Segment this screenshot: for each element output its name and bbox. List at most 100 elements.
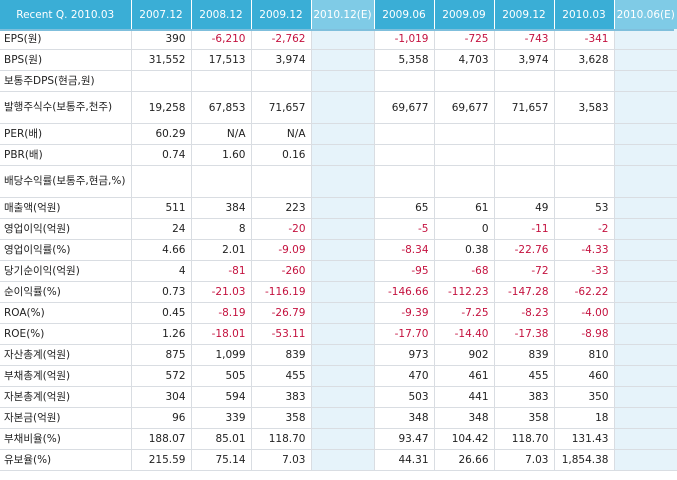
table-cell [493, 165, 554, 198]
table-cell: 71,657 [250, 91, 311, 124]
table-cell: 875 [130, 344, 191, 366]
table-cell [373, 70, 434, 92]
header-annual-2008-12: 2008.12 [190, 0, 251, 29]
table-row: BPS(원) 31,552 17,513 3,974 5,358 4,703 3,974 3,… [0, 49, 677, 71]
table-cell: -22.76 [493, 239, 554, 261]
table-cell: -5 [373, 218, 434, 240]
table-cell [613, 344, 677, 366]
table-cell [553, 123, 614, 145]
table-cell: 4,703 [433, 49, 494, 71]
table-cell: -116.19 [250, 281, 311, 303]
header-row: Recent Q. 2010.03 2007.12 2008.12 2009.1… [0, 0, 677, 29]
table-cell: N/A [250, 123, 311, 145]
row-label: ROA(%) [0, 302, 131, 324]
table-cell: 69,677 [373, 91, 434, 124]
table-cell [613, 281, 677, 303]
row-label: PER(배) [0, 123, 131, 145]
header-quarter-2009-09: 2009.09 [433, 0, 494, 29]
table-cell [310, 165, 374, 198]
table-cell: 223 [250, 197, 311, 219]
table-cell: 455 [250, 365, 311, 387]
table-row: 발행주식수(보통주,천주) 19,258 67,853 71,657 69,677 69,… [0, 91, 677, 124]
table-cell: 0.73 [130, 281, 191, 303]
table-cell [613, 91, 677, 124]
table-cell [310, 123, 374, 145]
table-row: 보통주DPS(현금,원) [0, 70, 677, 92]
table-cell: -8.98 [553, 323, 614, 345]
table-cell: 339 [190, 407, 251, 429]
table-cell [613, 70, 677, 92]
table-cell: -725 [433, 29, 494, 50]
table-cell [493, 70, 554, 92]
table-cell [310, 323, 374, 345]
table-row: 배당수익률(보통주,현금,%) [0, 165, 677, 198]
table-cell [130, 165, 191, 198]
table-cell [433, 144, 494, 166]
table-row: 매출액(억원) 511 384 223 65 61 49 53 [0, 197, 677, 219]
row-label: 배당수익률(보통주,현금,%) [0, 165, 131, 198]
table-cell: 973 [373, 344, 434, 366]
table-cell [613, 144, 677, 166]
table-row: 자본금(억원) 96 339 358 348 348 358 18 [0, 407, 677, 429]
table-cell: 348 [433, 407, 494, 429]
table-cell: 3,628 [553, 49, 614, 71]
table-cell: 390 [130, 29, 191, 50]
table-cell: 383 [493, 386, 554, 408]
table-cell [310, 302, 374, 324]
table-cell [310, 386, 374, 408]
table-cell [373, 144, 434, 166]
table-cell: 118.70 [493, 428, 554, 450]
header-annual-2007-12: 2007.12 [130, 0, 191, 29]
header-annual-2009-12: 2009.12 [250, 0, 311, 29]
table-cell: -21.03 [190, 281, 251, 303]
table-cell: 470 [373, 365, 434, 387]
table-cell: 4 [130, 260, 191, 282]
table-cell: -341 [553, 29, 614, 50]
table-cell: 839 [493, 344, 554, 366]
header-divider [0, 29, 674, 31]
table-cell: -20 [250, 218, 311, 240]
table-cell: 839 [250, 344, 311, 366]
table-cell: -6,210 [190, 29, 251, 50]
table-cell: 505 [190, 365, 251, 387]
table-cell: 383 [250, 386, 311, 408]
table-row: 유보율(%) 215.59 75.14 7.03 44.31 26.66 7.03 1,854… [0, 449, 677, 471]
table-cell: 67,853 [190, 91, 251, 124]
table-cell [613, 29, 677, 50]
table-cell: 71,657 [493, 91, 554, 124]
table-cell: -17.70 [373, 323, 434, 345]
table-cell: -1,019 [373, 29, 434, 50]
table-cell: 118.70 [250, 428, 311, 450]
table-row: 부채총계(억원) 572 505 455 470 461 455 460 [0, 365, 677, 387]
table-cell: 358 [250, 407, 311, 429]
table-cell: -81 [190, 260, 251, 282]
table-cell: 24 [130, 218, 191, 240]
table-cell [310, 407, 374, 429]
table-cell: 902 [433, 344, 494, 366]
table-cell: 49 [493, 197, 554, 219]
table-cell [310, 449, 374, 471]
table-cell: -72 [493, 260, 554, 282]
table-cell: 1.26 [130, 323, 191, 345]
table-cell [373, 165, 434, 198]
header-quarter-2009-06: 2009.06 [373, 0, 434, 29]
table-cell: 104.42 [433, 428, 494, 450]
table-cell: -2,762 [250, 29, 311, 50]
table-cell: 461 [433, 365, 494, 387]
header-quarter-2010-03: 2010.03 [553, 0, 614, 29]
table-cell: 8 [190, 218, 251, 240]
row-label: 당기순이익(억원) [0, 260, 131, 282]
table-cell [613, 239, 677, 261]
table-cell: 26.66 [433, 449, 494, 471]
table-cell: N/A [190, 123, 251, 145]
table-row: 영업이익률(%) 4.66 2.01 -9.09 -8.34 0.38 -22.76 -4.3… [0, 239, 677, 261]
table-cell: -9.09 [250, 239, 311, 261]
table-row: PBR(배) 0.74 1.60 0.16 [0, 144, 677, 166]
table-cell: -18.01 [190, 323, 251, 345]
table-cell: 3,974 [493, 49, 554, 71]
table-row: 영업이익(억원) 24 8 -20 -5 0 -11 -2 [0, 218, 677, 240]
header-period-label: Recent Q. 2010.03 [0, 0, 131, 29]
table-cell: 350 [553, 386, 614, 408]
table-row: EPS(원) 390 -6,210 -2,762 -1,019 -725 -743 -341 [0, 29, 677, 50]
table-cell: 2.01 [190, 239, 251, 261]
